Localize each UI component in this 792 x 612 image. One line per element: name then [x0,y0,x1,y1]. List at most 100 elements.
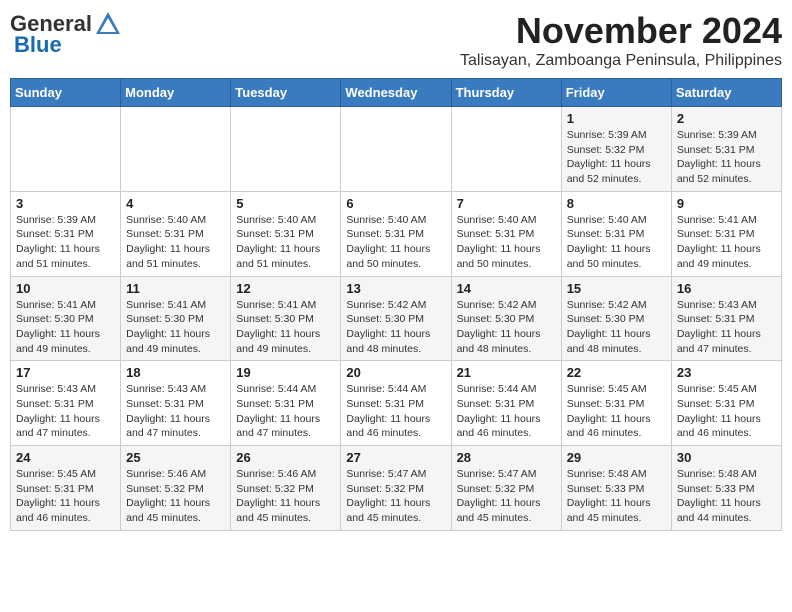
calendar-cell-w5-d7: 30Sunrise: 5:48 AM Sunset: 5:33 PM Dayli… [671,446,781,531]
calendar-cell-w3-d5: 14 Sunrise: 5:42 AM Sunset: 5:30 PM Dayli… [451,276,561,361]
calendar-cell-w4-d1: 17 Sunrise: 5:43 AM Sunset: 5:31 PM Dayli… [11,361,121,446]
calendar-cell-w5-d4: 27 Sunrise: 5:47 AM Sunset: 5:32 PM Dayli… [341,446,451,531]
day-info: Sunrise: 5:46 AM Sunset: 5:32 PM Dayligh… [126,467,225,526]
week-row-1: 1 Sunrise: 5:39 AM Sunset: 5:32 PM Daylig… [11,107,782,192]
day-info: Sunrise: 5:44 AM Sunset: 5:31 PM Dayligh… [236,382,335,441]
calendar-cell-w1-d3 [231,107,341,192]
calendar-cell-w1-d4 [341,107,451,192]
week-row-3: 10 Sunrise: 5:41 AM Sunset: 5:30 PM Dayli… [11,276,782,361]
day-info: Sunrise: 5:42 AM Sunset: 5:30 PM Dayligh… [346,298,445,357]
calendar-cell-w4-d2: 18 Sunrise: 5:43 AM Sunset: 5:31 PM Dayli… [121,361,231,446]
day-info: Sunrise: 5:40 AM Sunset: 5:31 PM Dayligh… [567,213,666,272]
day-number: 17 [16,365,115,380]
calendar-cell-w1-d1 [11,107,121,192]
calendar-cell-w3-d2: 11 Sunrise: 5:41 AM Sunset: 5:30 PM Dayli… [121,276,231,361]
day-info: Sunrise: 5:40 AM Sunset: 5:31 PM Dayligh… [236,213,335,272]
header-friday: Friday [561,79,671,107]
calendar-cell-w2-d1: 3 Sunrise: 5:39 AM Sunset: 5:31 PM Daylig… [11,191,121,276]
day-number: 26 [236,450,335,465]
day-info: Sunrise: 5:43 AM Sunset: 5:31 PM Dayligh… [16,382,115,441]
day-number: 29 [567,450,666,465]
calendar-cell-w2-d4: 6Sunrise: 5:40 AM Sunset: 5:31 PM Daylig… [341,191,451,276]
day-number: 27 [346,450,445,465]
day-number: 12 [236,281,335,296]
calendar-cell-w5-d2: 25 Sunrise: 5:46 AM Sunset: 5:32 PM Dayli… [121,446,231,531]
day-number: 3 [16,196,115,211]
calendar-cell-w5-d6: 29 Sunrise: 5:48 AM Sunset: 5:33 PM Dayli… [561,446,671,531]
day-info: Sunrise: 5:42 AM Sunset: 5:30 PM Dayligh… [457,298,556,357]
day-number: 13 [346,281,445,296]
logo-blue-text: Blue [14,32,62,58]
logo: General Blue [10,10,122,58]
day-info: Sunrise: 5:39 AM Sunset: 5:31 PM Dayligh… [677,128,776,187]
day-number: 11 [126,281,225,296]
day-info: Sunrise: 5:39 AM Sunset: 5:32 PM Dayligh… [567,128,666,187]
day-info: Sunrise: 5:42 AM Sunset: 5:30 PM Dayligh… [567,298,666,357]
calendar-cell-w2-d2: 4 Sunrise: 5:40 AM Sunset: 5:31 PM Daylig… [121,191,231,276]
day-number: 18 [126,365,225,380]
day-number: 20 [346,365,445,380]
day-number: 8 [567,196,666,211]
day-number: 4 [126,196,225,211]
calendar-cell-w2-d5: 7 Sunrise: 5:40 AM Sunset: 5:31 PM Daylig… [451,191,561,276]
day-info: Sunrise: 5:43 AM Sunset: 5:31 PM Dayligh… [126,382,225,441]
calendar-cell-w2-d3: 5 Sunrise: 5:40 AM Sunset: 5:31 PM Daylig… [231,191,341,276]
day-number: 14 [457,281,556,296]
day-info: Sunrise: 5:39 AM Sunset: 5:31 PM Dayligh… [16,213,115,272]
day-number: 15 [567,281,666,296]
logo-icon [94,10,122,38]
calendar-cell-w4-d6: 22 Sunrise: 5:45 AM Sunset: 5:31 PM Dayli… [561,361,671,446]
header-tuesday: Tuesday [231,79,341,107]
day-info: Sunrise: 5:45 AM Sunset: 5:31 PM Dayligh… [677,382,776,441]
calendar-cell-w1-d2 [121,107,231,192]
day-number: 5 [236,196,335,211]
day-info: Sunrise: 5:40 AM Sunset: 5:31 PM Dayligh… [457,213,556,272]
calendar-cell-w3-d3: 12 Sunrise: 5:41 AM Sunset: 5:30 PM Dayli… [231,276,341,361]
day-number: 10 [16,281,115,296]
day-info: Sunrise: 5:46 AM Sunset: 5:32 PM Dayligh… [236,467,335,526]
day-number: 7 [457,196,556,211]
day-info: Sunrise: 5:41 AM Sunset: 5:30 PM Dayligh… [126,298,225,357]
day-info: Sunrise: 5:41 AM Sunset: 5:30 PM Dayligh… [16,298,115,357]
day-info: Sunrise: 5:47 AM Sunset: 5:32 PM Dayligh… [346,467,445,526]
calendar-cell-w3-d7: 16 Sunrise: 5:43 AM Sunset: 5:31 PM Dayli… [671,276,781,361]
day-info: Sunrise: 5:43 AM Sunset: 5:31 PM Dayligh… [677,298,776,357]
header-saturday: Saturday [671,79,781,107]
calendar-cell-w4-d3: 19 Sunrise: 5:44 AM Sunset: 5:31 PM Dayli… [231,361,341,446]
header-thursday: Thursday [451,79,561,107]
day-info: Sunrise: 5:45 AM Sunset: 5:31 PM Dayligh… [16,467,115,526]
day-number: 28 [457,450,556,465]
day-number: 25 [126,450,225,465]
day-number: 9 [677,196,776,211]
calendar-cell-w3-d4: 13 Sunrise: 5:42 AM Sunset: 5:30 PM Dayli… [341,276,451,361]
day-number: 2 [677,111,776,126]
calendar-header-row: Sunday Monday Tuesday Wednesday Thursday… [11,79,782,107]
day-info: Sunrise: 5:45 AM Sunset: 5:31 PM Dayligh… [567,382,666,441]
header-monday: Monday [121,79,231,107]
day-number: 19 [236,365,335,380]
calendar-cell-w5-d3: 26 Sunrise: 5:46 AM Sunset: 5:32 PM Dayli… [231,446,341,531]
header-sunday: Sunday [11,79,121,107]
calendar-table: Sunday Monday Tuesday Wednesday Thursday… [10,78,782,531]
calendar-cell-w1-d5 [451,107,561,192]
calendar-cell-w4-d4: 20 Sunrise: 5:44 AM Sunset: 5:31 PM Dayli… [341,361,451,446]
week-row-5: 24 Sunrise: 5:45 AM Sunset: 5:31 PM Dayli… [11,446,782,531]
day-info: Sunrise: 5:48 AM Sunset: 5:33 PM Dayligh… [567,467,666,526]
week-row-4: 17 Sunrise: 5:43 AM Sunset: 5:31 PM Dayli… [11,361,782,446]
page-subtitle: Talisayan, Zamboanga Peninsula, Philippi… [460,52,782,70]
day-number: 1 [567,111,666,126]
page-header: General Blue November 2024 Talisayan, Za… [10,10,782,70]
day-number: 22 [567,365,666,380]
calendar-cell-w5-d1: 24 Sunrise: 5:45 AM Sunset: 5:31 PM Dayli… [11,446,121,531]
day-number: 6 [346,196,445,211]
calendar-cell-w2-d6: 8 Sunrise: 5:40 AM Sunset: 5:31 PM Daylig… [561,191,671,276]
week-row-2: 3 Sunrise: 5:39 AM Sunset: 5:31 PM Daylig… [11,191,782,276]
title-block: November 2024 Talisayan, Zamboanga Penin… [460,10,782,70]
day-info: Sunrise: 5:40 AM Sunset: 5:31 PM Dayligh… [126,213,225,272]
page-title: November 2024 [460,10,782,52]
day-info: Sunrise: 5:44 AM Sunset: 5:31 PM Dayligh… [346,382,445,441]
day-number: 16 [677,281,776,296]
day-info: Sunrise: 5:41 AM Sunset: 5:30 PM Dayligh… [236,298,335,357]
day-number: 24 [16,450,115,465]
day-number: 21 [457,365,556,380]
